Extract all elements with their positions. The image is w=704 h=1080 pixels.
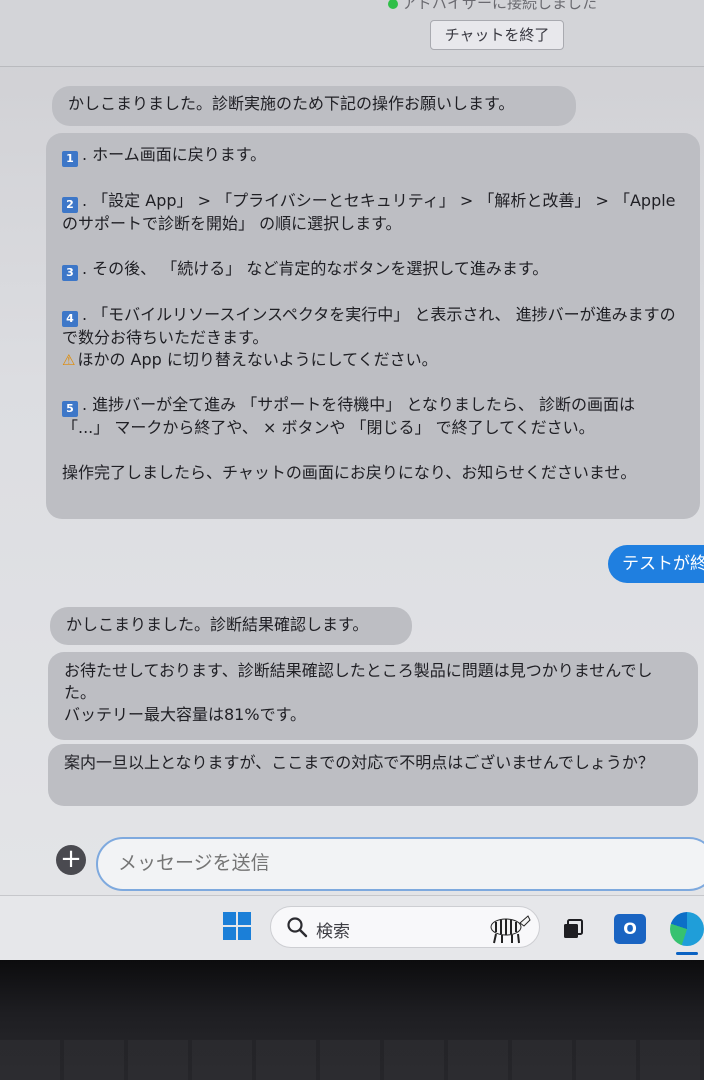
task-view-icon[interactable] bbox=[562, 918, 584, 940]
message-input[interactable] bbox=[96, 837, 704, 891]
step-text: . 「モバイルリソースインスペクタを実行中」 と表示され、 進捗バーが進みますの… bbox=[62, 305, 676, 347]
instruction-step-3: 3. その後、 「続ける」 など肯定的なボタンを選択して進みます。 bbox=[62, 258, 684, 281]
search-label: 検索 bbox=[316, 922, 350, 942]
instruction-step-5: 5. 進捗バーが全て進み 「サポートを待機中」 となりましたら、 診断の画面は … bbox=[62, 394, 684, 439]
add-attachment-button[interactable]: + bbox=[56, 845, 86, 875]
message-text: お待たせしております、診断結果確認したところ製品に問題は見つかりませんでした。 bbox=[64, 661, 653, 702]
warning-text: ほかの App に切り替えないようにしてください。 bbox=[77, 350, 438, 369]
end-chat-button[interactable]: チャットを終了 bbox=[430, 20, 564, 50]
instruction-step-4: 4. 「モバイルリソースインスペクタを実行中」 と表示され、 進捗バーが進みます… bbox=[62, 304, 684, 371]
windows-start-icon[interactable] bbox=[223, 912, 251, 940]
agent-message: かしこまりました。診断実施のため下記の操作お願いします。 bbox=[52, 86, 576, 126]
outlook-icon[interactable]: O bbox=[614, 914, 646, 944]
message-text: かしこまりました。診断実施のため下記の操作お願いします。 bbox=[68, 94, 515, 113]
step-number-badge: 4 bbox=[62, 311, 78, 327]
step-text: . 「設定 App」 > 「プライバシーとセキュリティ」 > 「解析と改善」 >… bbox=[62, 191, 676, 233]
message-text: バッテリー最大容量は81%です。 bbox=[64, 705, 306, 724]
agent-message: お待たせしております、診断結果確認したところ製品に問題は見つかりませんでした。 … bbox=[48, 652, 698, 740]
step-number-badge: 2 bbox=[62, 197, 78, 213]
agent-instructions-message: 1. ホーム画面に戻ります。 2. 「設定 App」 > 「プライバシーとセキュ… bbox=[46, 133, 700, 519]
edge-browser-icon[interactable] bbox=[670, 912, 704, 946]
user-message: テストが終 bbox=[608, 545, 704, 583]
agent-message: かしこまりました。診断結果確認します。 bbox=[50, 607, 412, 645]
message-text: 案内一旦以上となりますが、ここまでの対応で不明点はございませんでしょうか？ bbox=[64, 753, 654, 772]
zebra-icon bbox=[490, 915, 531, 944]
instruction-step-2: 2. 「設定 App」 > 「プライバシーとセキュリティ」 > 「解析と改善」 … bbox=[62, 190, 684, 235]
message-text: かしこまりました。診断結果確認します。 bbox=[66, 615, 369, 634]
search-icon bbox=[287, 917, 308, 938]
step-number-badge: 1 bbox=[62, 151, 78, 167]
instruction-closing: 操作完了しましたら、チャットの画面にお戻りになり、お知らせくださいませ。 bbox=[62, 463, 637, 482]
step-text: . 進捗バーが全て進み 「サポートを待機中」 となりましたら、 診断の画面は 「… bbox=[62, 395, 635, 437]
keyboard-edge bbox=[0, 1040, 704, 1080]
step-text: . その後、 「続ける」 など肯定的なボタンを選択して進みます。 bbox=[82, 259, 549, 278]
step-text: . ホーム画面に戻ります。 bbox=[82, 145, 267, 164]
connection-status: アドバイザーに接続しました bbox=[388, 0, 597, 13]
connection-status-text: アドバイザーに接続しました bbox=[402, 0, 598, 12]
online-status-icon bbox=[388, 0, 398, 9]
step-number-badge: 3 bbox=[62, 265, 78, 281]
instruction-step-1: 1. ホーム画面に戻ります。 bbox=[62, 144, 684, 167]
agent-message: 案内一旦以上となりますが、ここまでの対応で不明点はございませんでしょうか？ bbox=[48, 744, 698, 806]
chat-header: アドバイザーに接続しました チャットを終了 bbox=[0, 0, 704, 67]
step-number-badge: 5 bbox=[62, 401, 78, 417]
screen: アドバイザーに接続しました チャットを終了 かしこまりました。診断実施のため下記… bbox=[0, 0, 704, 960]
warning-icon: ⚠ bbox=[62, 351, 76, 369]
active-app-indicator bbox=[676, 952, 698, 955]
